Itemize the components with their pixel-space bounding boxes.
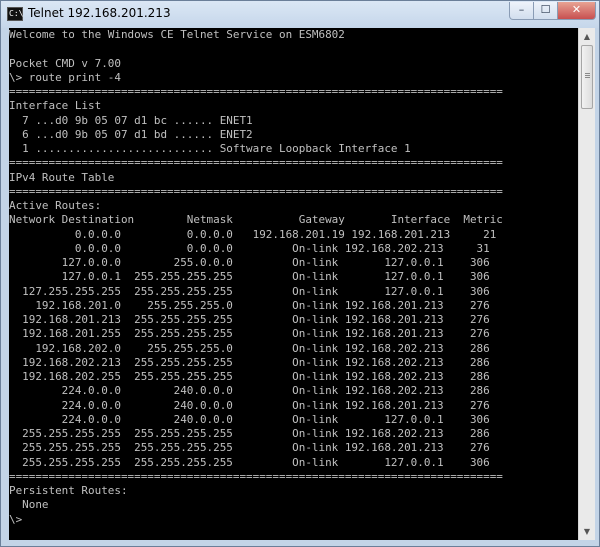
console-line: 224.0.0.0 240.0.0.0 On-link 192.168.201.…	[9, 398, 490, 412]
close-button[interactable]: ✕	[558, 2, 596, 20]
console-line: 1 ........................... Software L…	[9, 142, 411, 155]
console-line: 255.255.255.255 255.255.255.255 On-link …	[9, 455, 490, 469]
console-line: ========================================…	[9, 156, 503, 170]
console-line: Welcome to the Windows CE Telnet Service…	[9, 28, 345, 41]
console-line: 192.168.201.0 255.255.255.0 On-link 192.…	[9, 298, 490, 312]
console-line: ========================================…	[9, 184, 503, 198]
console-line: ========================================…	[9, 469, 503, 483]
console-line: 0.0.0.0 0.0.0.0 192.168.201.19 192.168.2…	[9, 227, 497, 241]
maximize-button[interactable]: ☐	[534, 2, 558, 20]
console-line: None	[9, 498, 49, 512]
window-title: Telnet 192.168.201.213	[28, 6, 171, 20]
console-line: Active Routes:	[9, 199, 102, 212]
console-line: 192.168.201.255 255.255.255.255 On-link …	[9, 327, 490, 341]
console-line: 0.0.0.0 0.0.0.0 On-link 192.168.202.213 …	[9, 241, 490, 255]
console-line: 7 ...d0 9b 05 07 d1 bc ...... ENET1	[9, 113, 253, 127]
scroll-up-arrow-icon[interactable]: ▲	[579, 28, 595, 45]
console-line: IPv4 Route Table	[9, 170, 115, 184]
vertical-scrollbar[interactable]: ▲ ▼	[578, 28, 595, 540]
console-line: \>	[9, 512, 23, 526]
console-line: 6 ...d0 9b 05 07 d1 bd ...... ENET2	[9, 127, 253, 141]
console-output: Welcome to the Windows CE Telnet Service…	[9, 28, 578, 527]
terminal-area[interactable]: Welcome to the Windows CE Telnet Service…	[9, 28, 578, 540]
console-line: Network Destination Netmask Gateway Inte…	[9, 213, 503, 227]
minimize-button[interactable]: –	[509, 2, 534, 20]
title-bar[interactable]: C:\ Telnet 192.168.201.213 – ☐ ✕	[1, 1, 599, 28]
console-line: Interface List	[9, 99, 102, 113]
console-line: 255.255.255.255 255.255.255.255 On-link …	[9, 441, 490, 455]
telnet-window: C:\ Telnet 192.168.201.213 – ☐ ✕ Welcome…	[0, 0, 600, 547]
console-line: \> route print -4	[9, 70, 121, 84]
console-line: 127.0.0.1 255.255.255.255 On-link 127.0.…	[9, 270, 490, 284]
console-line: 127.255.255.255 255.255.255.255 On-link …	[9, 284, 490, 298]
console-line: 255.255.255.255 255.255.255.255 On-link …	[9, 427, 490, 440]
console-line: 224.0.0.0 240.0.0.0 On-link 127.0.0.1 30…	[9, 412, 490, 426]
console-line: 192.168.201.213 255.255.255.255 On-link …	[9, 313, 490, 326]
cmd-console-icon[interactable]: C:\	[7, 7, 23, 21]
console-line: ========================================…	[9, 85, 503, 98]
scroll-down-arrow-icon[interactable]: ▼	[579, 523, 595, 540]
scrollbar-thumb[interactable]	[581, 45, 593, 109]
console-line: Pocket CMD v 7.00	[9, 56, 121, 70]
console-line: 192.168.202.213 255.255.255.255 On-link …	[9, 355, 490, 369]
console-line: 127.0.0.0 255.0.0.0 On-link 127.0.0.1 30…	[9, 256, 490, 269]
console-line: 192.168.202.255 255.255.255.255 On-link …	[9, 370, 490, 383]
console-line: 192.168.202.0 255.255.255.0 On-link 192.…	[9, 341, 490, 355]
grip-icon	[585, 73, 590, 74]
console-line: 224.0.0.0 240.0.0.0 On-link 192.168.202.…	[9, 384, 490, 398]
console-line: Persistent Routes:	[9, 484, 128, 497]
